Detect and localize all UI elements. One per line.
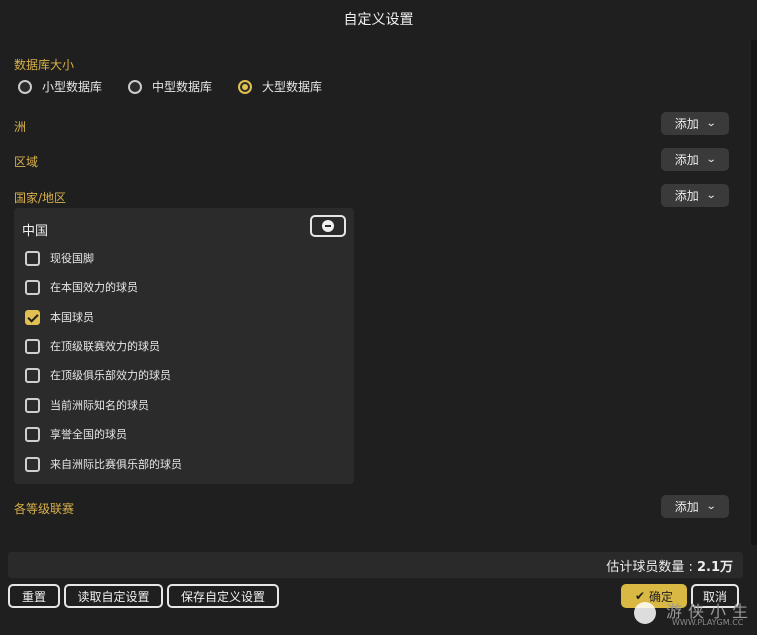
checkbox-label: 当前洲际知名的球员 (50, 399, 149, 412)
checkbox-icon (25, 426, 40, 442)
minus-circle-icon (322, 220, 334, 232)
chevron-down-icon: ⌄ (705, 118, 717, 129)
chevron-down-icon: ⌄ (705, 190, 717, 201)
watermark-logo-icon (634, 602, 656, 624)
checkbox-top-club-players[interactable]: 在顶级俱乐部效力的球员 (25, 367, 171, 383)
checkbox-icon (25, 367, 40, 383)
radio-label: 大型数据库 (262, 80, 323, 94)
watermark: 游侠小生 WWW.PLAYGM.CC (628, 598, 754, 632)
checkbox-label: 在顶级联赛效力的球员 (50, 340, 160, 353)
reset-button[interactable]: 重置 (8, 584, 60, 608)
checkbox-icon (25, 456, 40, 472)
region-label: 区域 (14, 155, 39, 169)
add-button-label: 添加 (674, 117, 699, 131)
country-name: 中国 (22, 224, 49, 239)
watermark-url: WWW.PLAYGM.CC (672, 618, 744, 627)
estimate-bar: 估计球员数量 : 2.1万 (8, 552, 743, 578)
database-size-radio-group: 小型数据库 中型数据库 大型数据库 (18, 78, 348, 95)
checkbox-label: 在顶级俱乐部效力的球员 (50, 369, 171, 382)
checkbox-icon (25, 279, 40, 295)
checkbox-label: 本国球员 (50, 311, 94, 324)
checkbox-domestic-players[interactable]: 在本国效力的球员 (25, 279, 138, 295)
checkbox-top-league-players[interactable]: 在顶级联赛效力的球员 (25, 338, 160, 354)
checkbox-continental-competition-clubs[interactable]: 来自洲际比赛俱乐部的球员 (25, 456, 182, 472)
radio-label: 中型数据库 (152, 80, 213, 94)
chevron-down-icon: ⌄ (705, 501, 717, 512)
add-button-label: 添加 (674, 153, 699, 167)
checkbox-continental-famous[interactable]: 当前洲际知名的球员 (25, 397, 149, 413)
estimate-value: 2.1万 (696, 560, 733, 575)
checkbox-native-players[interactable]: 本国球员 (25, 309, 94, 325)
add-country-button[interactable]: 添加 ⌄ (661, 184, 729, 207)
scrollbar[interactable] (751, 40, 757, 545)
window-title: 自定义设置 (343, 12, 414, 28)
country-panel: 中国 现役国脚 在本国效力的球员 本国球员 在顶级联赛效力的球员 在顶级俱乐部效… (14, 208, 354, 484)
estimate-label: 估计球员数量 : (606, 560, 697, 575)
checkbox-label: 现役国脚 (50, 252, 94, 265)
country-label: 国家/地区 (14, 191, 67, 205)
add-button-label: 添加 (674, 189, 699, 203)
checkbox-icon (25, 250, 40, 266)
continent-label: 洲 (14, 120, 27, 134)
radio-circle-icon (128, 79, 143, 94)
radio-medium-database[interactable]: 中型数据库 (128, 78, 212, 95)
checkbox-nationally-famous[interactable]: 享誉全国的球员 (25, 426, 127, 442)
checkbox-icon (25, 338, 40, 354)
radio-label: 小型数据库 (42, 80, 103, 94)
checkbox-label: 来自洲际比赛俱乐部的球员 (50, 458, 182, 471)
add-league-button[interactable]: 添加 ⌄ (661, 495, 729, 518)
radio-circle-checked-icon (238, 79, 253, 94)
leagues-label: 各等级联赛 (14, 502, 75, 516)
checkbox-label: 享誉全国的球员 (50, 428, 127, 441)
load-settings-button[interactable]: 读取自定设置 (64, 584, 163, 608)
save-settings-button[interactable]: 保存自定义设置 (167, 584, 279, 608)
chevron-down-icon: ⌄ (705, 154, 717, 165)
remove-country-button[interactable] (310, 215, 346, 237)
add-region-button[interactable]: 添加 ⌄ (661, 148, 729, 171)
checkbox-current-internationals[interactable]: 现役国脚 (25, 250, 94, 266)
database-size-label: 数据库大小 (14, 58, 75, 72)
add-button-label: 添加 (674, 500, 699, 514)
radio-large-database[interactable]: 大型数据库 (238, 78, 322, 95)
checkbox-icon (25, 397, 40, 413)
radio-small-database[interactable]: 小型数据库 (18, 78, 102, 95)
add-continent-button[interactable]: 添加 ⌄ (661, 112, 729, 135)
checkbox-label: 在本国效力的球员 (50, 281, 138, 294)
radio-circle-icon (18, 79, 32, 94)
checkbox-checked-icon (25, 309, 40, 325)
estimate-text: 估计球员数量 : 2.1万 (606, 556, 733, 575)
